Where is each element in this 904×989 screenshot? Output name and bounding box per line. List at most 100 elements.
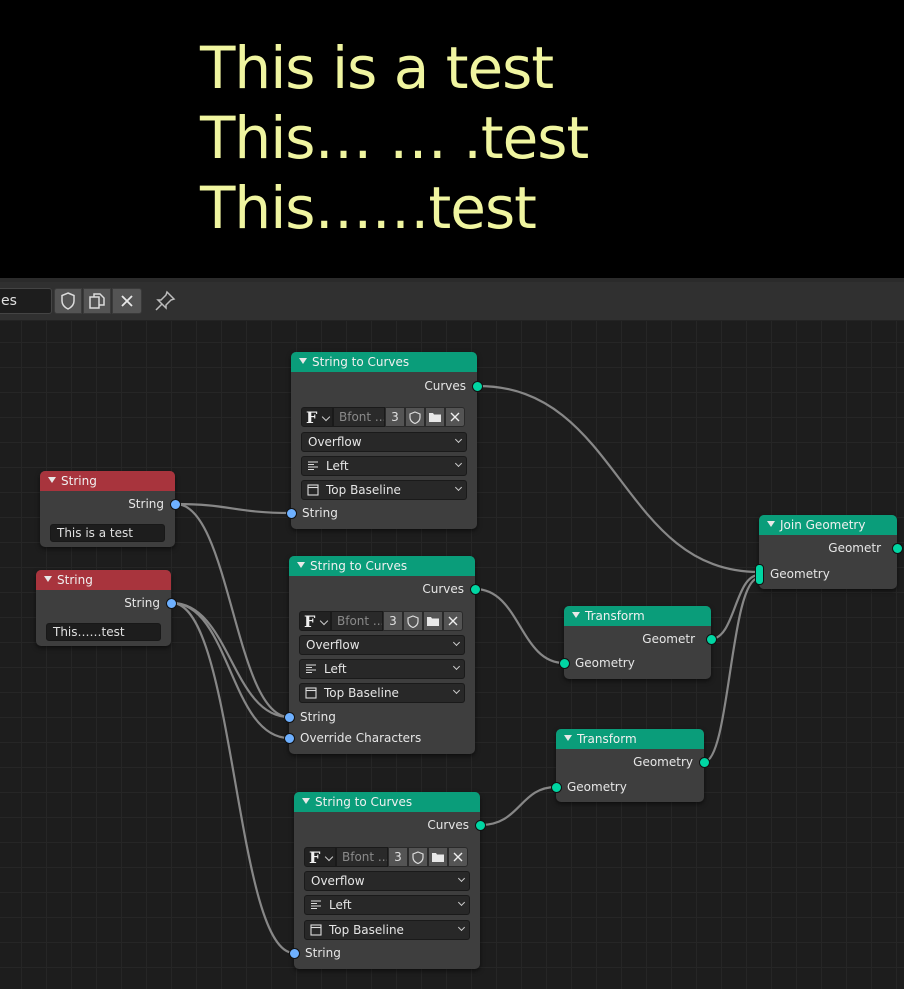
join-geometry-node[interactable]: Join Geometry Geometr Geometry — [755, 515, 903, 589]
align-x-dropdown[interactable]: Left — [301, 456, 467, 476]
input-label: String — [300, 710, 336, 724]
output-label: Geometr — [828, 541, 881, 555]
font-name-field[interactable]: Bfont ... — [333, 407, 385, 427]
link-string2-stc2-override — [171, 601, 290, 740]
curves-output-socket[interactable] — [470, 584, 481, 595]
font-browse-button[interactable]: F — [304, 847, 336, 867]
string-node-2[interactable]: String String This……test — [36, 570, 177, 646]
geometry-output-socket[interactable] — [699, 757, 710, 768]
align-left-icon — [311, 900, 321, 910]
align-x-dropdown[interactable]: Left — [304, 895, 470, 915]
overflow-dropdown[interactable]: Overflow — [301, 432, 467, 452]
curves-output-socket[interactable] — [475, 820, 486, 831]
output-label: Geometr — [642, 632, 695, 646]
font-browse-button[interactable]: F — [301, 407, 333, 427]
font-users-count[interactable]: 3 — [383, 611, 403, 631]
node-title: String to Curves — [310, 559, 408, 573]
string-input-socket[interactable] — [289, 948, 300, 959]
overflow-dropdown[interactable]: Overflow — [304, 871, 470, 891]
align-left-icon — [306, 664, 316, 674]
node-header[interactable]: Transform — [556, 729, 704, 749]
align-top-icon — [305, 687, 317, 699]
font-name-field[interactable]: Bfont ... — [331, 611, 383, 631]
node-header[interactable]: String — [36, 570, 171, 590]
fake-user-button[interactable] — [408, 847, 428, 867]
collapse-arrow-icon[interactable] — [297, 562, 305, 568]
fake-user-button[interactable] — [405, 407, 425, 427]
align-y-dropdown[interactable]: Top Baseline — [301, 480, 467, 500]
node-header[interactable]: String to Curves — [294, 792, 480, 812]
collapse-arrow-icon[interactable] — [564, 735, 572, 741]
open-font-button[interactable] — [425, 407, 445, 427]
open-font-button[interactable] — [428, 847, 448, 867]
node-title: String — [61, 474, 97, 488]
chevron-down-icon — [457, 898, 466, 907]
collapse-arrow-icon[interactable] — [302, 798, 310, 804]
collapse-arrow-icon[interactable] — [44, 576, 52, 582]
geometry-input-socket[interactable] — [551, 782, 562, 793]
node-header[interactable]: Join Geometry — [759, 515, 897, 535]
link-string2-stc2-string — [171, 601, 290, 719]
string-value-field[interactable]: This is a test — [50, 524, 165, 542]
dropdown-value: Top Baseline — [329, 923, 404, 937]
font-browse-button[interactable]: F — [299, 611, 331, 631]
dropdown-value: Overflow — [311, 874, 365, 888]
align-y-dropdown[interactable]: Top Baseline — [299, 683, 465, 703]
string-value-field[interactable]: This……test — [46, 623, 161, 641]
chevron-down-icon — [452, 686, 461, 695]
curves-output-socket[interactable] — [472, 381, 483, 392]
geometry-input-socket[interactable] — [559, 658, 570, 669]
font-users-count[interactable]: 3 — [388, 847, 408, 867]
node-title: Transform — [577, 732, 637, 746]
unlink-font-button[interactable] — [448, 847, 468, 867]
chevron-down-icon — [452, 662, 461, 671]
align-x-dropdown[interactable]: Left — [299, 659, 465, 679]
output-label: Curves — [427, 818, 469, 832]
collapse-arrow-icon[interactable] — [48, 477, 56, 483]
chevron-down-icon — [454, 483, 463, 492]
node-header[interactable]: String — [40, 471, 175, 491]
unlink-font-button[interactable] — [443, 611, 463, 631]
open-font-button[interactable] — [423, 611, 443, 631]
string-input-socket[interactable] — [284, 712, 295, 723]
node-title: String to Curves — [315, 795, 413, 809]
string-node-1[interactable]: String String This is a test — [40, 471, 181, 547]
string-input-socket[interactable] — [286, 508, 297, 519]
string-to-curves-node-1[interactable]: String to Curves Curves F Bfont ... 3 Ov… — [286, 352, 483, 529]
geometry-output-socket[interactable] — [892, 543, 903, 554]
collapse-arrow-icon[interactable] — [767, 521, 775, 527]
dropdown-value: Left — [324, 662, 347, 676]
transform-node-1[interactable]: Transform Geometr Geometry — [559, 606, 717, 679]
dropdown-value: Top Baseline — [326, 483, 401, 497]
dropdown-value: Overflow — [306, 638, 360, 652]
input-label: Geometry — [575, 656, 635, 670]
input-label: Geometry — [567, 780, 627, 794]
node-header[interactable]: String to Curves — [291, 352, 477, 372]
chevron-down-icon — [454, 459, 463, 468]
string-output-socket[interactable] — [170, 499, 181, 510]
geometry-output-socket[interactable] — [706, 634, 717, 645]
node-title: String to Curves — [312, 355, 410, 369]
override-characters-input-socket[interactable] — [284, 733, 295, 744]
collapse-arrow-icon[interactable] — [572, 612, 580, 618]
node-header[interactable]: Transform — [564, 606, 711, 626]
geometry-multi-input-socket[interactable] — [755, 564, 764, 585]
node-header[interactable]: String to Curves — [289, 556, 475, 576]
dropdown-value: Left — [329, 898, 352, 912]
transform-node-2[interactable]: Transform Geometry Geometry — [551, 729, 710, 802]
unlink-font-button[interactable] — [445, 407, 465, 427]
overflow-dropdown[interactable]: Overflow — [299, 635, 465, 655]
input-label: String — [302, 506, 338, 520]
string-to-curves-node-3[interactable]: String to Curves Curves F Bfont ... 3 Ov… — [289, 792, 486, 969]
collapse-arrow-icon[interactable] — [299, 358, 307, 364]
font-name-field[interactable]: Bfont ... — [336, 847, 388, 867]
string-output-socket[interactable] — [166, 598, 177, 609]
link-stc3-transform2 — [480, 785, 557, 827]
font-users-count[interactable]: 3 — [385, 407, 405, 427]
chevron-down-icon — [321, 412, 331, 422]
string-to-curves-node-2[interactable]: String to Curves Curves F Bfont ... 3 Ov… — [284, 556, 481, 754]
fake-user-button[interactable] — [403, 611, 423, 631]
close-icon — [448, 616, 458, 626]
link-string2-stc3-string — [171, 601, 295, 955]
align-y-dropdown[interactable]: Top Baseline — [304, 920, 470, 940]
